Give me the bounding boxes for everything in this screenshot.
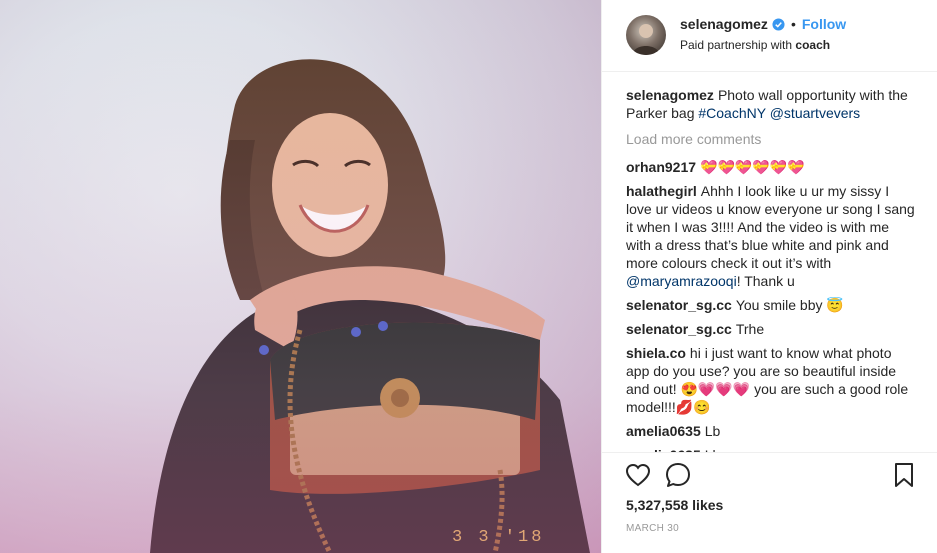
comment: amelia0635Lb (626, 422, 916, 440)
post-photo[interactable]: 3 3 '18 (0, 0, 601, 553)
instagram-post: 3 3 '18 selenagomez • Follow Paid partne… (0, 0, 937, 553)
bookmark-icon[interactable] (890, 461, 918, 489)
comments-list[interactable]: selenagomez Photo wall opportunity with t… (626, 86, 916, 452)
comment-text: Lb (704, 423, 721, 439)
partnership-brand-link[interactable]: coach (795, 38, 830, 52)
comment: shiela.co hi i just want to know what pho… (626, 344, 916, 416)
comment-username[interactable]: orhan9217 (626, 159, 696, 175)
comment-username[interactable]: selenator_sg.cc (626, 321, 732, 337)
comment-icon[interactable] (664, 461, 692, 489)
avatar[interactable] (626, 15, 666, 55)
comment-text: You smile bby 😇 (735, 297, 844, 313)
comment: selenator_sg.cc Trhe (626, 320, 916, 338)
comment-text: 💝💝💝💝💝💝 (700, 159, 805, 175)
author-username[interactable]: selenagomez (680, 16, 768, 32)
comment: halathegirl Ahhh I look like u ur my siss… (626, 182, 916, 290)
comment: orhan9217 💝💝💝💝💝💝 (626, 158, 916, 176)
separator-dot: • (790, 16, 796, 32)
caption-username[interactable]: selenagomez (626, 87, 714, 103)
caption: selenagomez Photo wall opportunity with t… (626, 86, 916, 122)
comment-username[interactable]: shiela.co (626, 345, 686, 361)
follow-button[interactable]: Follow (802, 16, 846, 32)
comment-username[interactable]: amelia0635 (626, 423, 701, 439)
post-date[interactable]: MARCH 30 (626, 523, 679, 534)
likes-count[interactable]: 5,327,558 likes (626, 497, 723, 513)
comment-username[interactable]: halathegirl (626, 183, 697, 199)
post-side-panel: selenagomez • Follow Paid partnership wi… (601, 0, 937, 553)
photo-glow (0, 0, 601, 553)
partnership-line: Paid partnership with coach (680, 38, 830, 52)
header-line: selenagomez • Follow (680, 16, 846, 32)
caption-hashtag-link[interactable]: #CoachNY (698, 105, 765, 121)
comment-mention-link[interactable]: @maryamrazooqi (626, 273, 737, 289)
photo-date-stamp: 3 3 '18 (452, 528, 545, 547)
post-header: selenagomez • Follow Paid partnership wi… (602, 0, 937, 72)
comment-text-tail: ! Thank u (736, 273, 795, 289)
caption-mention-link[interactable]: @stuartvevers (770, 105, 860, 121)
comment: selenator_sg.cc You smile bby 😇 (626, 296, 916, 314)
load-more-comments-button[interactable]: Load more comments (626, 130, 916, 148)
comment-username[interactable]: selenator_sg.cc (626, 297, 732, 313)
avatar-image (632, 24, 660, 55)
verified-badge-icon (772, 17, 785, 31)
post-actions: 5,327,558 likes MARCH 30 (602, 452, 937, 553)
comment-text: Trhe (735, 321, 765, 337)
heart-icon[interactable] (624, 461, 652, 489)
partnership-prefix: Paid partnership with (680, 38, 793, 52)
